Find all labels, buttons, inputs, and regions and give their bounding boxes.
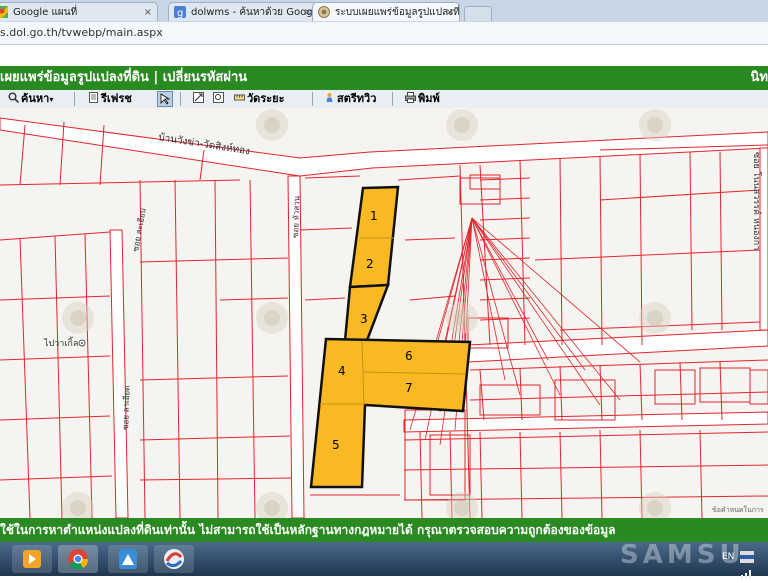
page-title: เผยแพร่ข้อมูลรูปแปลงที่ดิน | เปลี่ยนรหัส… xyxy=(0,70,248,85)
tab-close-icon[interactable]: × xyxy=(144,3,152,21)
soi-label: ซอย โนนสวรรค์ หนองกา xyxy=(751,152,763,250)
soi-label: ซอย ลาเอียด xyxy=(121,386,132,431)
measure-label: วัดระยะ xyxy=(247,92,285,105)
streetview-button[interactable]: สตรีทวิว xyxy=(324,90,376,108)
zoom-box-button[interactable] xyxy=(213,90,226,108)
app-taskbar-button[interactable] xyxy=(108,545,148,573)
watermark-seal-core xyxy=(264,310,280,326)
soi-label: ซอย หัวสวน xyxy=(291,195,301,238)
map-toolbar: ค้นหา▾ รีเฟรช วัดระยะ สตรีทวิว พิมพ์ xyxy=(0,90,768,109)
refresh-button[interactable]: รีเฟรช xyxy=(88,90,132,108)
tab-dol-active[interactable]: ระบบเผยแพร่ข้อมูลรูปแปลงที่ × xyxy=(312,2,460,21)
streetview-icon xyxy=(326,93,333,102)
watermark-seal-core xyxy=(454,117,470,133)
tab-close-icon[interactable]: × xyxy=(304,3,312,21)
ruler-icon xyxy=(234,94,245,101)
zoom-icon xyxy=(213,92,224,103)
expand-icon xyxy=(193,92,204,103)
map-copyright: ข้อคำหนดในการ xyxy=(712,505,764,514)
chrome-icon xyxy=(68,549,89,570)
browser-tab-bar: Google แผนที่ × g dolwms - ค้นหาด้วย Goo… xyxy=(0,0,768,23)
google-maps-icon xyxy=(0,6,8,18)
tab-google-search[interactable]: g dolwms - ค้นหาด้วย Google × xyxy=(168,2,318,21)
watermark-seal-core xyxy=(454,500,470,516)
media-player-taskbar-button[interactable] xyxy=(12,545,52,573)
disclaimer-text: ใช้ในการหาตำแหน่งแปลงที่ดินเท่านั้น ไม่ส… xyxy=(0,523,616,537)
parcel-number: 4 xyxy=(338,364,346,378)
refresh-label: รีเฟรช xyxy=(101,92,132,105)
tab-google-maps[interactable]: Google แผนที่ × xyxy=(0,2,158,21)
divider xyxy=(74,92,75,106)
parcel-number: 5 xyxy=(332,438,340,452)
streetview-label: สตรีทวิว xyxy=(337,92,377,105)
watermark-seal-core xyxy=(647,500,663,516)
svg-text:g: g xyxy=(177,8,183,18)
paint-icon xyxy=(119,549,137,569)
tab-label: Google แผนที่ xyxy=(13,7,78,18)
url-text[interactable]: s.dol.go.th/tvwebp/main.aspx xyxy=(0,22,163,44)
watermark-seal-core xyxy=(70,500,86,516)
print-button[interactable]: พิมพ์ xyxy=(405,90,440,108)
chrome-taskbar-button[interactable] xyxy=(58,545,98,573)
select-tool-button[interactable] xyxy=(157,91,173,107)
cadastral-map[interactable]: 1 2 3 4 5 6 7 บ้านวังข่า-วัดสิงห์ทอง ซอย… xyxy=(0,108,768,518)
watermark-seal-core xyxy=(264,117,280,133)
divider xyxy=(312,92,313,106)
disclaimer-banner: ใช้ในการหาตำแหน่งแปลงที่ดินเท่านั้น ไม่ส… xyxy=(0,518,768,542)
tab-close-icon[interactable]: × xyxy=(446,3,454,21)
watermark-seal-core xyxy=(264,500,280,516)
address-bar[interactable]: s.dol.go.th/tvwebp/main.aspx xyxy=(0,22,768,45)
media-player-icon xyxy=(23,550,41,568)
map-canvas[interactable]: 1 2 3 4 5 6 7 บ้านวังข่า-วัดสิงห์ทอง ซอย… xyxy=(0,108,768,518)
google-search-icon: g xyxy=(174,6,186,18)
zoom-extent-button[interactable] xyxy=(193,90,206,108)
parcel-number: 7 xyxy=(405,381,413,395)
tab-label: dolwms - ค้นหาด้วย Google xyxy=(191,7,318,18)
watermark-seal-core xyxy=(647,117,663,133)
divider xyxy=(180,92,181,106)
parcel-number: 6 xyxy=(405,349,413,363)
page-top-spacer xyxy=(0,45,768,66)
printer-icon xyxy=(405,92,416,103)
swirl-app-icon xyxy=(164,549,184,569)
monitor-brand-watermark: SAMSU xyxy=(620,540,745,570)
search-button[interactable]: ค้นหา▾ xyxy=(8,90,53,108)
watermark-seal-core xyxy=(647,310,663,326)
document-icon xyxy=(89,92,98,103)
search-icon xyxy=(8,92,19,103)
parcel-number: 1 xyxy=(370,209,378,223)
tab-label: ระบบเผยแพร่ข้อมูลรูปแปลงที่ xyxy=(335,7,460,18)
parcel-number: 2 xyxy=(366,257,374,271)
header-user[interactable]: นิท xyxy=(751,66,768,90)
app-header: เผยแพร่ข้อมูลรูปแปลงที่ดิน | เปลี่ยนรหัส… xyxy=(0,66,768,90)
measure-button[interactable]: วัดระยะ xyxy=(234,90,285,108)
cursor-icon xyxy=(160,93,171,105)
watermark-seal-core xyxy=(70,310,86,326)
watermark-seal-core xyxy=(454,310,470,326)
print-label: พิมพ์ xyxy=(418,92,440,105)
place-marker-dot xyxy=(81,342,83,344)
parcel-number: 3 xyxy=(360,312,368,326)
chevron-down-icon: ▾ xyxy=(49,95,54,104)
dol-seal-icon xyxy=(318,6,330,18)
divider xyxy=(392,92,393,106)
new-tab-button[interactable] xyxy=(464,6,492,21)
search-label: ค้นหา xyxy=(21,92,50,105)
app-taskbar-button[interactable] xyxy=(154,545,194,573)
